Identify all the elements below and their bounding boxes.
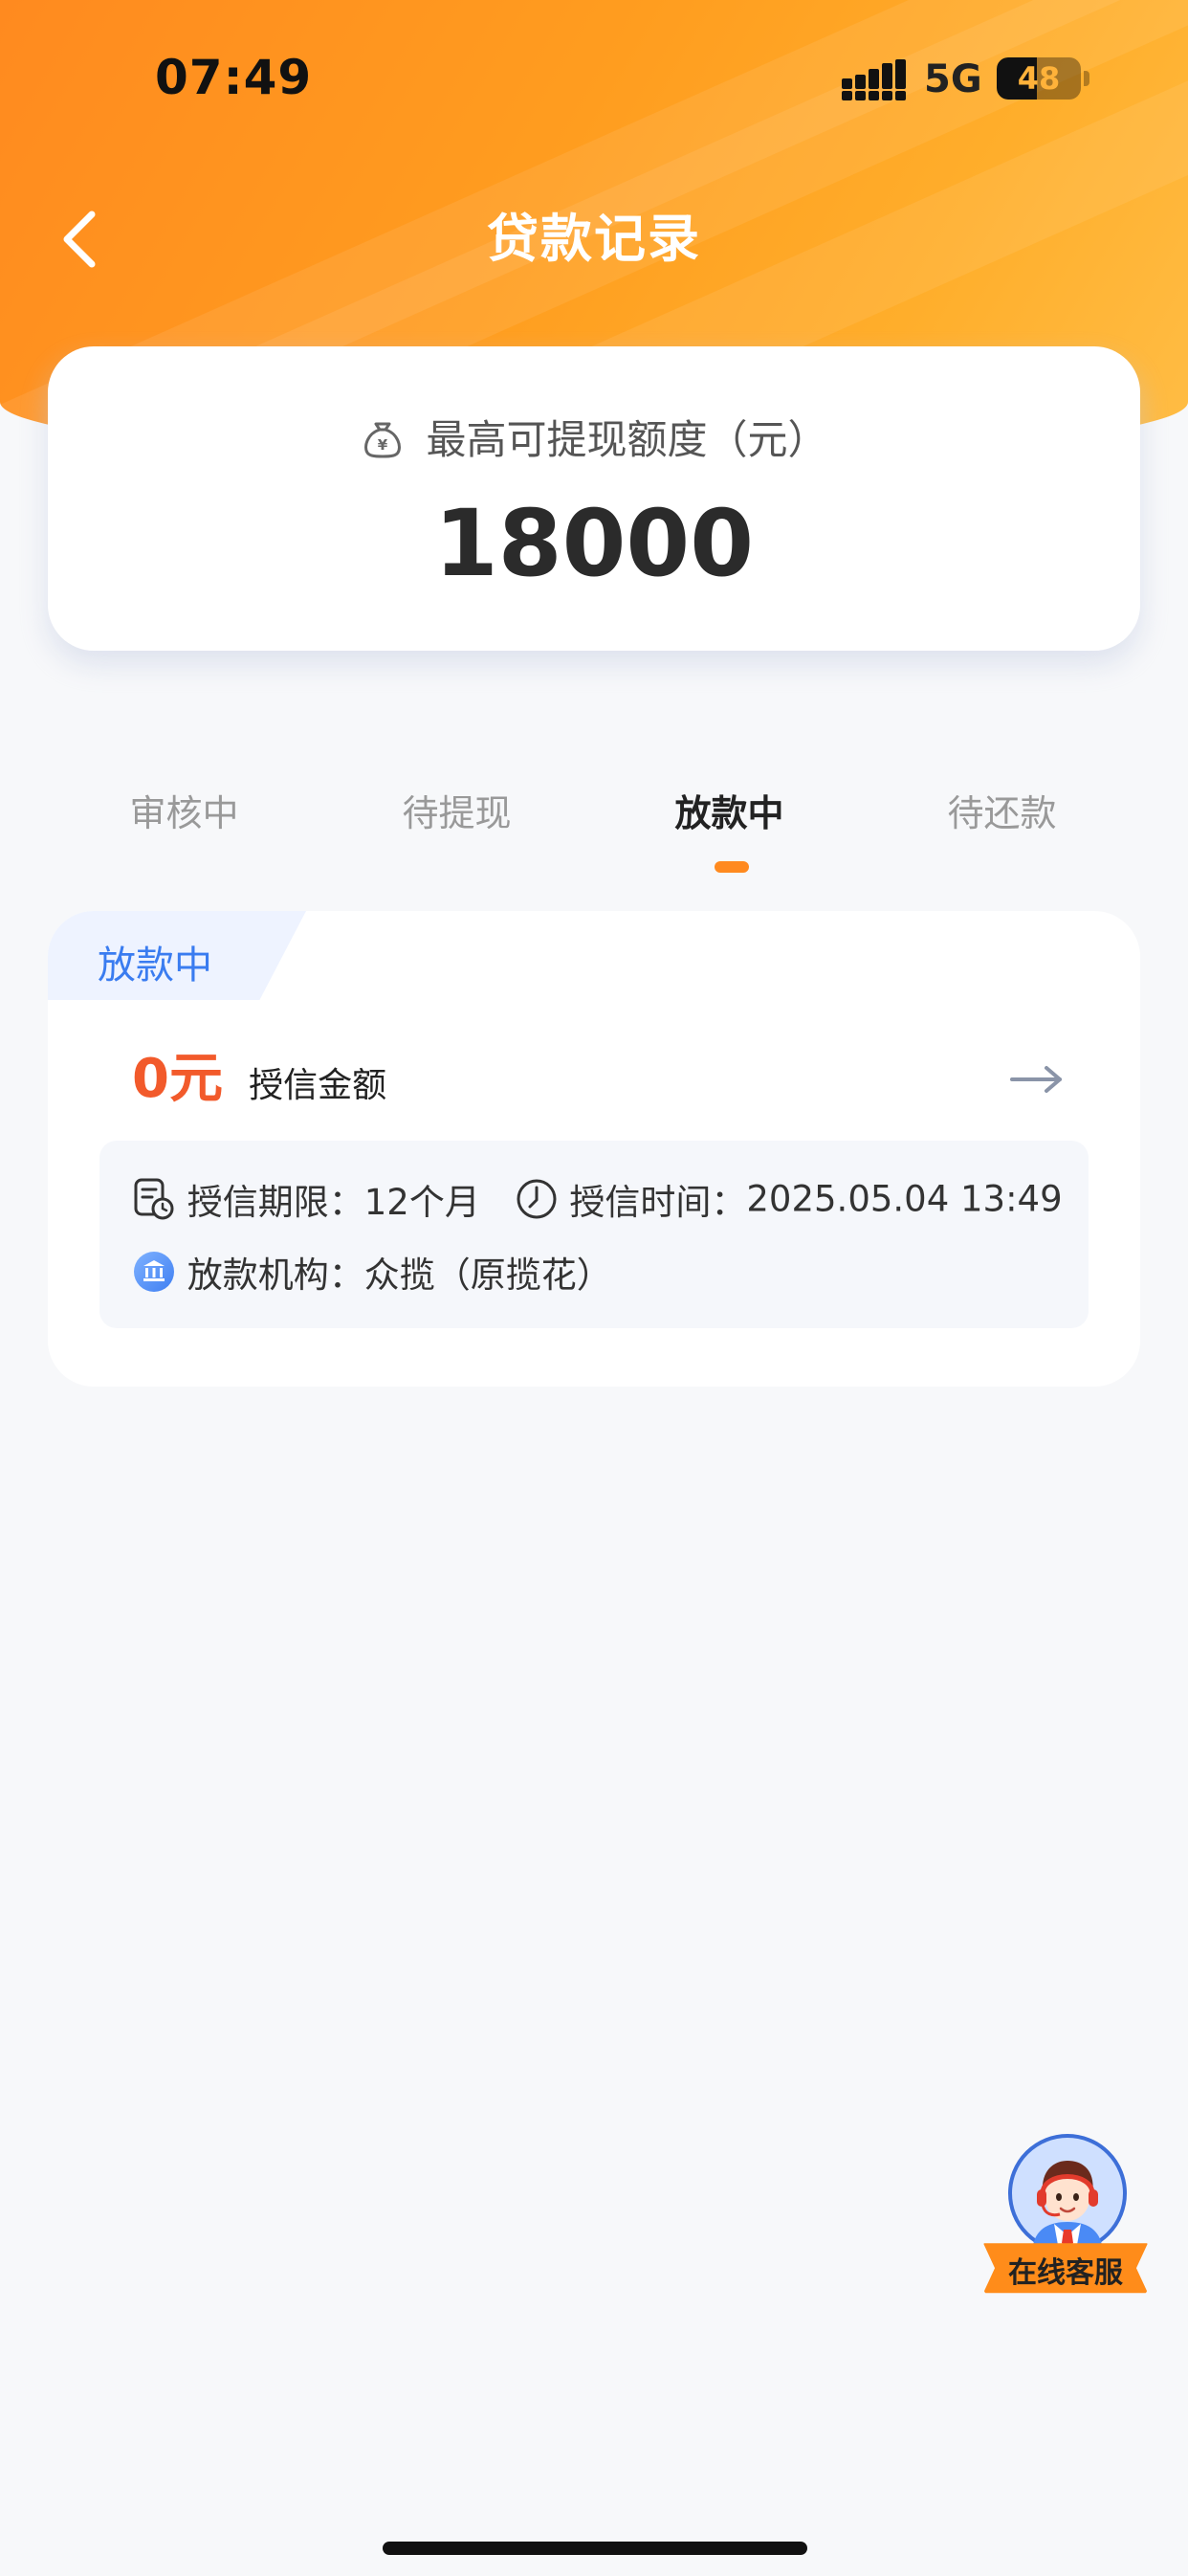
credit-amount-label: 授信金额 [249,1066,387,1105]
quota-card: ¥ 最高可提现额度（元） 18000 [48,346,1140,651]
agent-avatar-icon [1008,2134,1127,2253]
quota-value: 18000 [434,490,754,597]
credit-amount: 0元 [132,1048,223,1110]
term-value: 12个月 [363,1182,480,1223]
tab-pending-repayment[interactable]: 待还款 [866,775,1138,861]
status-bar: 07:49 5G 48 [0,0,1188,163]
home-indicator[interactable] [383,2542,807,2555]
tab-pending-withdrawal[interactable]: 待提现 [320,775,593,861]
record-details: 授信期限：12个月 授信时间：2025.05.04 13:49 放款机构：众揽（… [99,1141,1089,1328]
tab-disbursing[interactable]: 放款中 [593,775,866,861]
time-value: 2025.05.04 13:49 [746,1178,1063,1220]
status-tabs: 审核中 待提现 放款中 待还款 [48,775,1140,880]
moneybag-icon: ¥ [364,422,402,457]
arrow-right-icon[interactable] [1008,1062,1066,1097]
detail-row-institution: 放款机构：众揽（原揽花） [132,1246,612,1299]
detail-row-term-time: 授信期限：12个月 授信时间：2025.05.04 13:49 [132,1173,1063,1227]
quota-label-row: ¥ 最高可提现额度（元） [48,408,1140,465]
amount-row: 0元 授信金额 [132,1035,386,1112]
svg-text:¥: ¥ [378,436,388,454]
quota-label: 最高可提现额度（元） [426,416,828,463]
clock-icon [517,1179,557,1219]
bank-icon [134,1252,174,1292]
time-label: 授信时间： [569,1182,747,1223]
customer-service-label: 在线客服 [1008,2256,1123,2290]
status-tag-label: 放款中 [98,944,212,988]
status-time: 07:49 [155,50,313,105]
battery-level: 48 [1017,60,1061,97]
institution-value: 众揽（原揽花） [363,1255,612,1296]
loan-record-card[interactable]: 放款中 0元 授信金额 授信期限：12个月 授信时间：2025.05.04 13… [48,911,1140,1387]
term-label: 授信期限： [187,1182,364,1223]
page-title: 贷款记录 [487,209,701,269]
battery-nub [1084,71,1089,86]
battery-icon: 48 [997,57,1081,100]
institution-label: 放款机构： [187,1255,364,1296]
customer-service-button[interactable]: 在线客服 [983,2132,1148,2308]
network-type: 5G [924,57,982,101]
document-clock-icon [134,1178,174,1220]
signal-icon [842,59,906,100]
tab-reviewing[interactable]: 审核中 [48,775,320,861]
active-tab-indicator [715,861,749,873]
